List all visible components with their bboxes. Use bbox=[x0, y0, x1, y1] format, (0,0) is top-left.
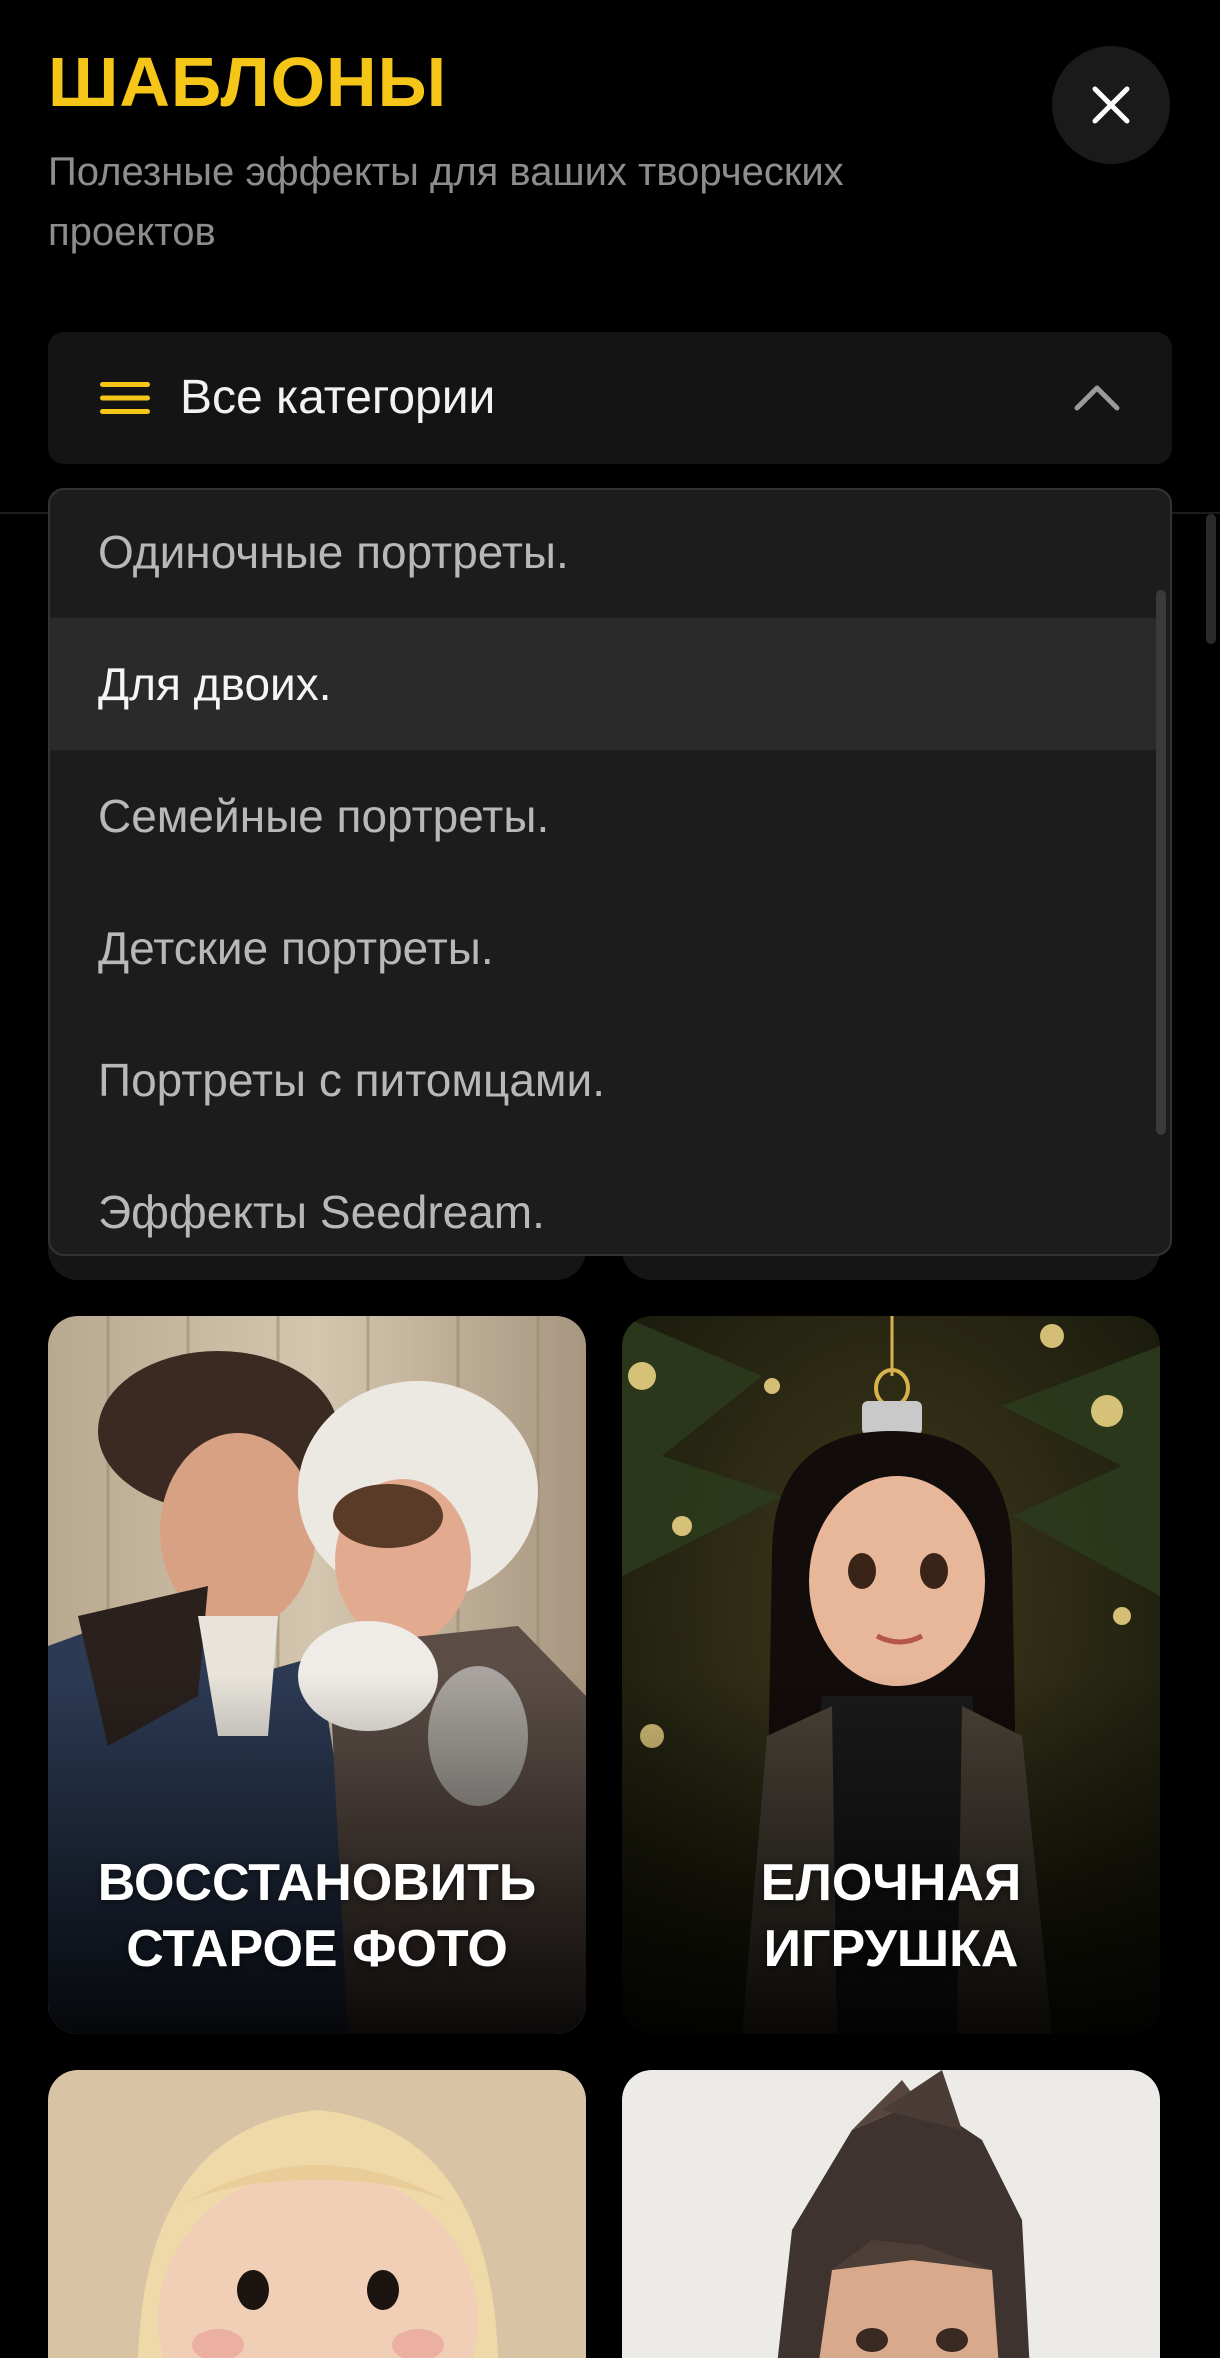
page-subtitle: Полезные эффекты для ваших творческих пр… bbox=[48, 150, 844, 254]
category-dropdown[interactable]: Одиночные портреты. Для двоих. Семейные … bbox=[48, 488, 1172, 1256]
dropdown-item-single-portraits[interactable]: Одиночные портреты. bbox=[50, 490, 1158, 618]
dropdown-scrollbar[interactable] bbox=[1156, 590, 1166, 1135]
chevron-up-icon bbox=[1074, 385, 1120, 411]
dropdown-item-for-two[interactable]: Для двоих. bbox=[50, 618, 1158, 750]
page-title: ШАБЛОНЫ bbox=[48, 43, 448, 121]
dropdown-item-kids-portraits[interactable]: Детские портреты. bbox=[50, 882, 1158, 1014]
hamburger-icon bbox=[100, 382, 150, 414]
close-button[interactable] bbox=[1052, 46, 1170, 164]
template-card-christmas-toy[interactable]: ЕЛОЧНАЯ ИГРУШКА bbox=[622, 1316, 1160, 2034]
dropdown-item-pet-portraits[interactable]: Портреты с питомцами. bbox=[50, 1014, 1158, 1146]
category-select-label: Все категории bbox=[180, 371, 496, 424]
category-select[interactable]: Все категории bbox=[48, 332, 1172, 464]
page-scrollbar[interactable] bbox=[1206, 514, 1216, 644]
template-card-origami[interactable] bbox=[622, 2070, 1160, 2358]
card-title: ВОССТАНОВИТЬ СТАРОЕ ФОТО bbox=[97, 1854, 537, 1978]
card-title: ЕЛОЧНАЯ ИГРУШКА bbox=[760, 1854, 1022, 1978]
dropdown-item-family-portraits[interactable]: Семейные портреты. bbox=[50, 750, 1158, 882]
close-icon bbox=[1092, 86, 1130, 124]
templates-screen: ШАБЛОНЫ Полезные эффекты для ваших творч… bbox=[0, 0, 1220, 2358]
dropdown-item-seedream-effects[interactable]: Эффекты Seedream. bbox=[50, 1146, 1158, 1254]
template-card-felt-doll[interactable] bbox=[48, 2070, 586, 2358]
template-card-restore-photo[interactable]: ВОССТАНОВИТЬ СТАРОЕ ФОТО bbox=[48, 1316, 586, 2034]
origami-image bbox=[622, 2070, 1160, 2358]
felt-doll-image bbox=[48, 2070, 586, 2358]
